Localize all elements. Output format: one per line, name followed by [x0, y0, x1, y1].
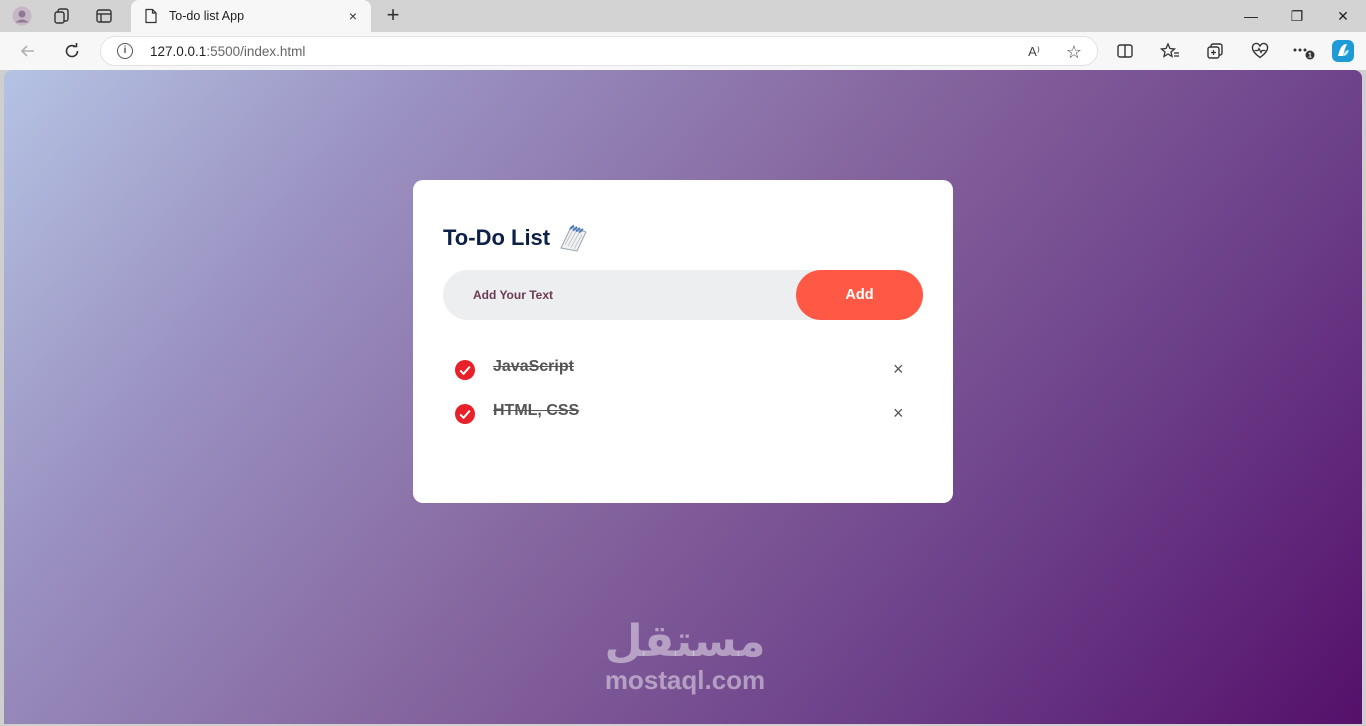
- tab-title: To-do list App: [169, 9, 245, 23]
- checked-icon[interactable]: [455, 404, 475, 424]
- favorite-star-icon[interactable]: ☆: [1063, 41, 1085, 63]
- checked-icon[interactable]: [455, 360, 475, 380]
- collections-icon[interactable]: [1201, 37, 1229, 65]
- svg-text:1: 1: [1308, 53, 1312, 60]
- todo-card: To-Do List Add JavaScript × HTML,: [413, 180, 953, 503]
- page-icon: [145, 8, 157, 24]
- browser-essentials-icon[interactable]: [1246, 37, 1274, 65]
- delete-icon[interactable]: ×: [893, 360, 904, 378]
- back-icon[interactable]: [14, 37, 42, 65]
- settings-more-icon[interactable]: 1: [1289, 37, 1317, 65]
- active-tab[interactable]: To-do list App ×: [131, 0, 371, 32]
- browser-toolbar: i 127.0.0.1:5500/index.html A⁾ ☆ 1: [0, 32, 1366, 70]
- new-tab-button[interactable]: +: [380, 3, 406, 29]
- read-aloud-icon[interactable]: A⁾: [1023, 41, 1045, 63]
- list-item[interactable]: JavaScript ×: [443, 348, 923, 392]
- close-window-button[interactable]: ✕: [1320, 0, 1366, 32]
- watermark-arabic: مستقل: [604, 616, 766, 667]
- tab-close-icon[interactable]: ×: [345, 8, 361, 24]
- reload-icon[interactable]: [58, 37, 86, 65]
- list-item[interactable]: HTML, CSS ×: [443, 392, 923, 436]
- delete-icon[interactable]: ×: [893, 404, 904, 422]
- url-text: 127.0.0.1:5500/index.html: [150, 44, 305, 59]
- workspaces-icon[interactable]: [48, 4, 76, 28]
- url-path: :5500/index.html: [206, 44, 306, 59]
- mostaql-watermark: مستقل mostaql.com: [595, 616, 775, 695]
- watermark-latin: mostaql.com: [604, 665, 766, 695]
- todo-text: JavaScript: [493, 358, 574, 375]
- url-host: 127.0.0.1: [150, 44, 207, 59]
- todo-list: JavaScript × HTML, CSS ×: [443, 348, 923, 436]
- task-input[interactable]: [443, 270, 795, 320]
- restore-button[interactable]: ❐: [1274, 0, 1320, 32]
- tab-actions-icon[interactable]: [90, 4, 118, 28]
- page-viewport: To-Do List Add JavaScript × HTML,: [4, 70, 1362, 724]
- add-button[interactable]: Add: [796, 270, 923, 320]
- app-title: To-Do List: [443, 225, 551, 250]
- site-info-icon[interactable]: i: [117, 43, 133, 59]
- address-bar[interactable]: i 127.0.0.1:5500/index.html A⁾ ☆: [100, 36, 1098, 66]
- add-task-row: Add: [443, 270, 923, 320]
- tab-strip: To-do list App × + — ❐ ✕: [0, 0, 1366, 32]
- favorites-icon[interactable]: [1156, 37, 1184, 65]
- todo-text: HTML, CSS: [493, 402, 580, 419]
- copilot-icon[interactable]: [1329, 37, 1357, 65]
- notepad-icon: [560, 224, 587, 252]
- app-title-row: To-Do List: [443, 224, 588, 252]
- split-screen-icon[interactable]: [1111, 37, 1139, 65]
- profile-icon[interactable]: [8, 4, 36, 28]
- minimize-button[interactable]: —: [1228, 0, 1274, 32]
